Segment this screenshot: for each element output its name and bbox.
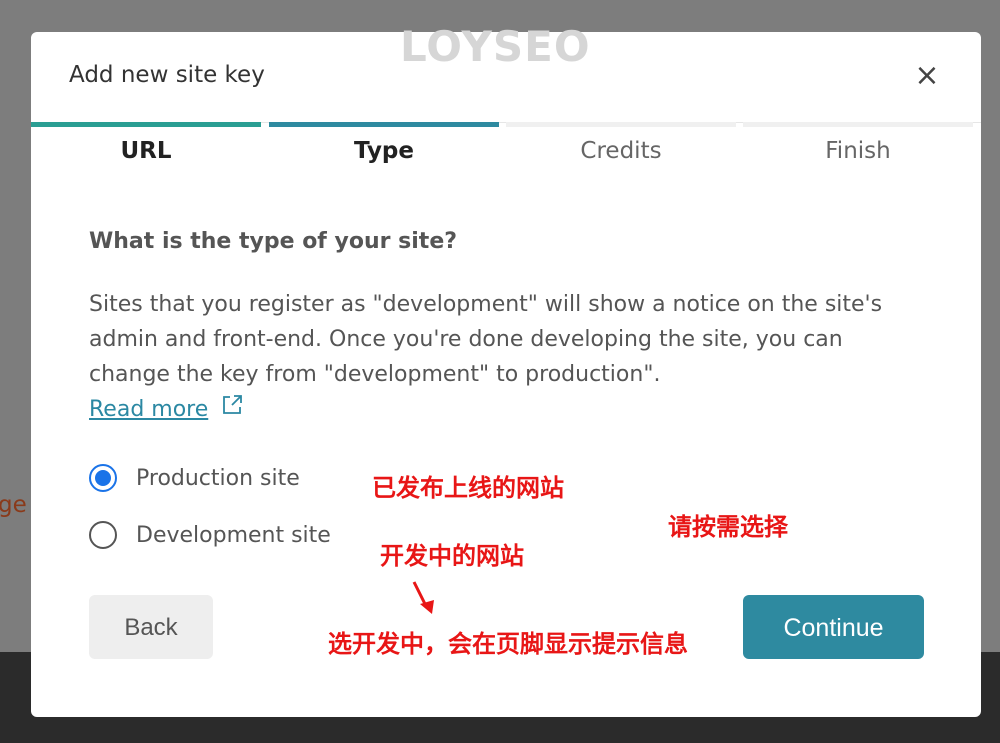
step-label: Credits (580, 138, 662, 164)
site-type-question: What is the type of your site? (89, 229, 457, 254)
step-label: Finish (825, 138, 891, 164)
production-site-radio[interactable] (89, 464, 117, 492)
step-label: Type (353, 138, 414, 164)
annotation-footer-note: 选开发中，会在页脚显示提示信息 (328, 630, 688, 658)
continue-button[interactable]: Continue (743, 595, 924, 659)
step-progress-bar (506, 122, 736, 127)
close-icon[interactable]: × (911, 60, 943, 92)
watermark-logo: LOYSEO (400, 22, 591, 71)
site-type-description: Sites that you register as "development"… (89, 287, 929, 428)
step-url[interactable]: URL (31, 122, 261, 167)
annotation-arrow-icon (412, 581, 434, 614)
step-finish[interactable]: Finish (743, 122, 973, 167)
annotation-development: 开发中的网站 (380, 542, 524, 570)
development-site-label: Development site (136, 522, 331, 548)
description-text: Sites that you register as "development"… (89, 292, 883, 387)
external-link-icon[interactable] (220, 393, 244, 428)
development-site-option[interactable]: Development site (89, 519, 331, 551)
step-progress-bar (743, 122, 973, 127)
wizard-steps: URL Type Credits Finish (31, 122, 973, 172)
production-site-option[interactable]: Production site (89, 462, 300, 494)
annotation-production: 已发布上线的网站 (372, 474, 564, 502)
step-progress-bar (269, 122, 499, 127)
dialog-title: Add new site key (69, 62, 265, 88)
step-label: URL (120, 138, 172, 164)
step-credits[interactable]: Credits (506, 122, 736, 167)
development-site-radio[interactable] (89, 521, 117, 549)
step-progress-bar (31, 122, 261, 127)
add-site-key-dialog: Add new site key × URL Type Credits Fini… (31, 32, 981, 717)
background-text-fragment: ge (0, 492, 27, 518)
production-site-label: Production site (136, 465, 300, 491)
read-more-link[interactable]: Read more (89, 397, 208, 422)
back-button[interactable]: Back (89, 595, 213, 659)
annotation-choose: 请按需选择 (668, 513, 788, 541)
step-type[interactable]: Type (269, 122, 499, 167)
